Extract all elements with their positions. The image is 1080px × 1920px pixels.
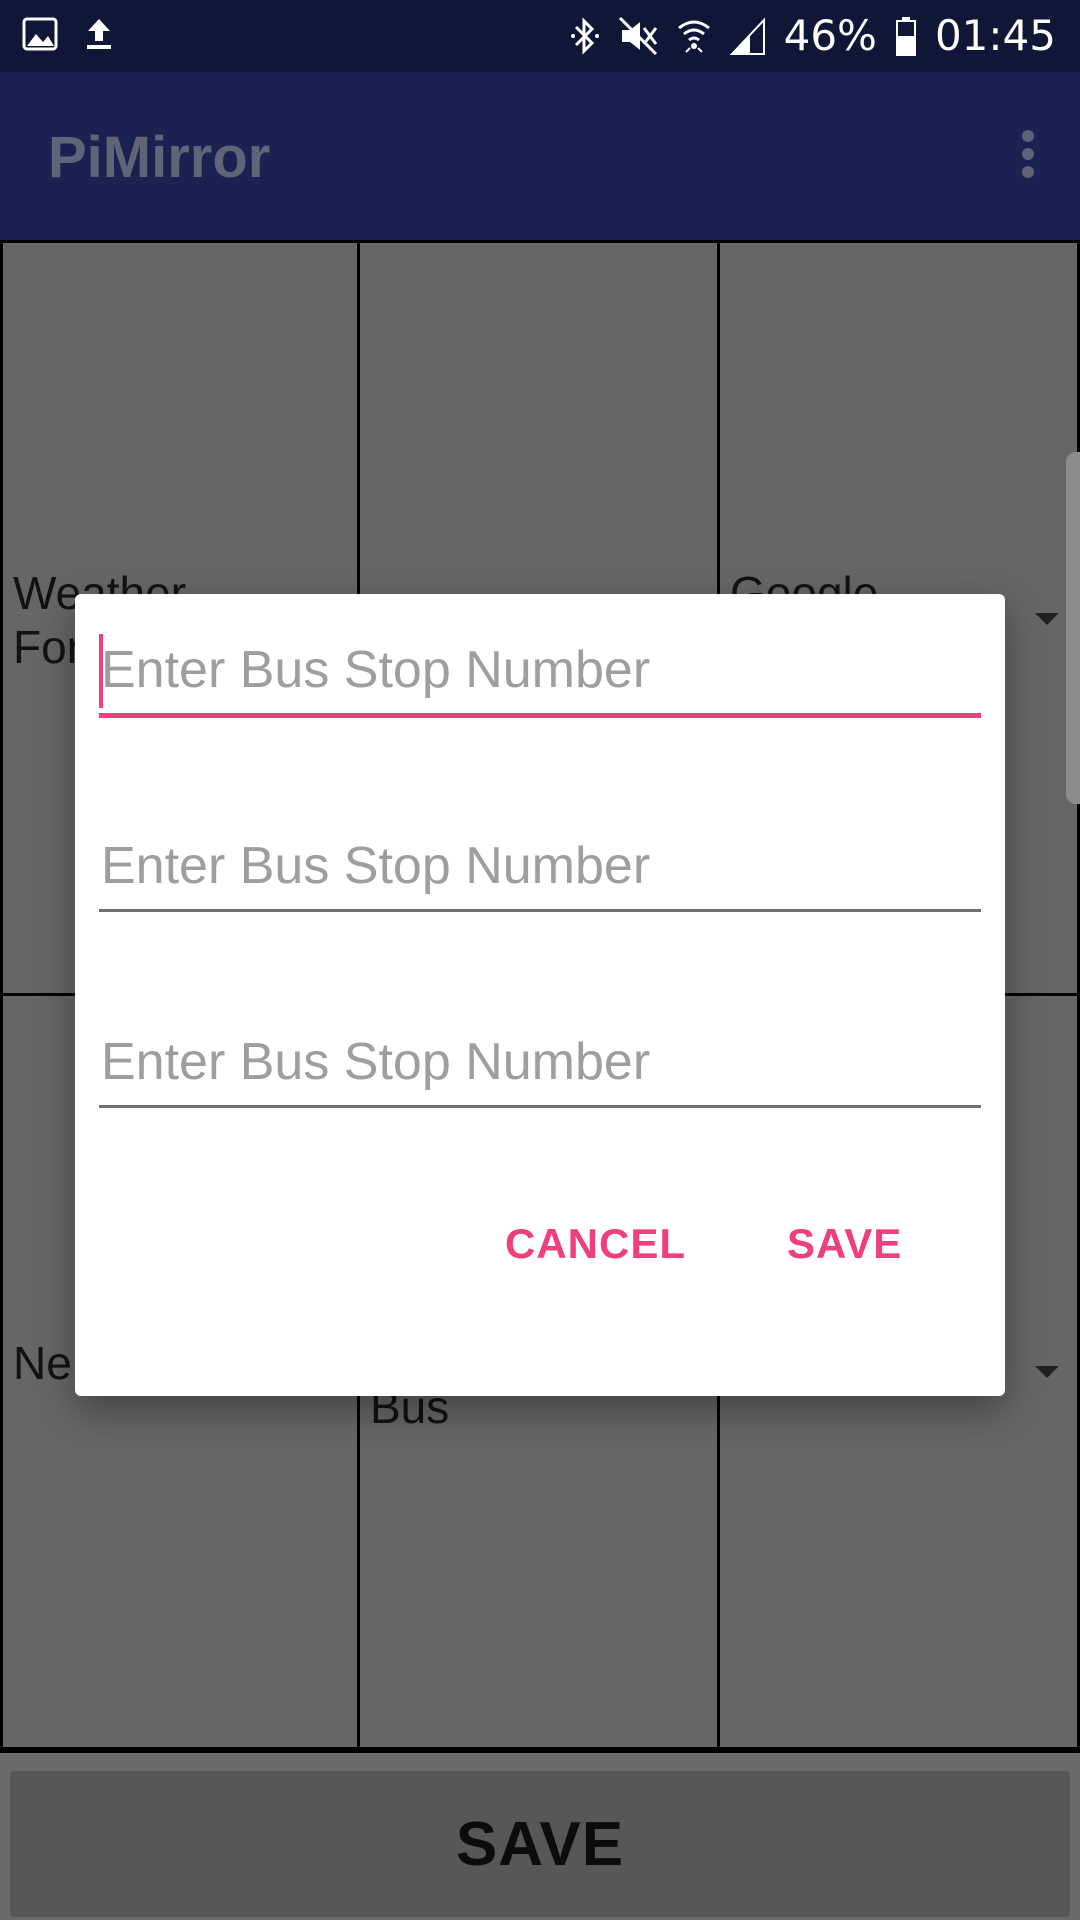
- dialog-actions: CANCEL SAVE: [75, 1194, 1005, 1294]
- app-bar: PiMirror: [0, 72, 1080, 240]
- clock: 01:45: [934, 11, 1056, 60]
- wifi-icon: [676, 16, 712, 56]
- battery-icon: [895, 16, 917, 56]
- bus-stop-field-2[interactable]: [99, 826, 981, 912]
- bottom-bar: SAVE: [0, 1750, 1080, 1920]
- bus-stop-dialog: CANCEL SAVE: [75, 594, 1005, 1396]
- dropdown-arrow-icon[interactable]: [1035, 613, 1059, 625]
- bus-stop-input-1[interactable]: [99, 630, 981, 710]
- image-icon: [22, 16, 58, 52]
- app-title: PiMirror: [48, 125, 271, 190]
- field-underline: [99, 1105, 981, 1108]
- scrollbar-thumb[interactable]: [1066, 452, 1080, 804]
- overflow-menu-icon[interactable]: [1020, 128, 1036, 185]
- dialog-save-button[interactable]: SAVE: [767, 1194, 922, 1294]
- battery-percent: 46%: [783, 11, 877, 60]
- status-bar: 46% 01:45: [0, 0, 1080, 72]
- field-underline: [99, 713, 981, 718]
- mute-icon: [618, 16, 658, 56]
- dropdown-arrow-icon[interactable]: [1035, 1366, 1059, 1378]
- bus-stop-input-2[interactable]: [99, 826, 981, 906]
- bus-stop-field-3[interactable]: [99, 1022, 981, 1108]
- upload-icon: [84, 16, 114, 52]
- signal-icon: [729, 16, 766, 56]
- field-underline: [99, 909, 981, 912]
- bus-stop-field-1[interactable]: [99, 630, 981, 718]
- cancel-button[interactable]: CANCEL: [485, 1194, 706, 1294]
- cell-label: Ne: [13, 1337, 72, 1389]
- save-button[interactable]: SAVE: [10, 1771, 1070, 1917]
- bus-stop-input-3[interactable]: [99, 1022, 981, 1102]
- bluetooth-icon: [570, 15, 600, 57]
- text-caret: [99, 634, 103, 708]
